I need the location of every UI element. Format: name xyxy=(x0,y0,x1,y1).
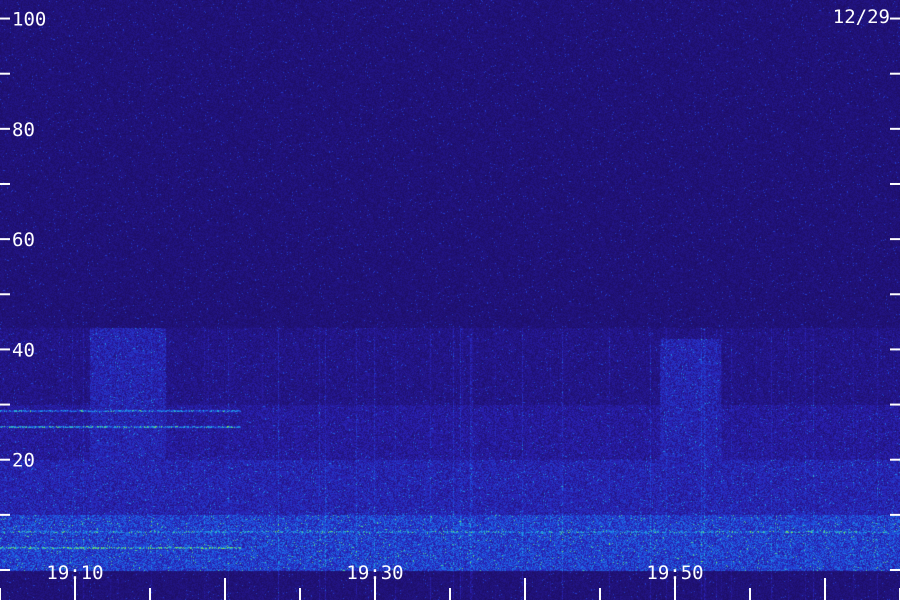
x-tick-label: 19:10 xyxy=(46,562,103,584)
y-tick-label: 80 xyxy=(12,119,35,141)
x-tick-labels: 19:10 19:30 19:50 xyxy=(46,562,703,584)
y-tick-label: 40 xyxy=(12,339,35,361)
y-tick-label: 100 xyxy=(12,9,46,31)
axes-overlay: 20 40 60 80 100 19:10 19:30 19:50 12/29 xyxy=(0,6,900,600)
y-ticks-left xyxy=(0,17,10,571)
x-tick-label: 19:50 xyxy=(646,562,703,584)
y-tick-labels: 20 40 60 80 100 xyxy=(12,9,46,472)
y-ticks-right xyxy=(890,17,900,571)
x-tick-label: 19:30 xyxy=(346,562,403,584)
y-tick-label: 20 xyxy=(12,450,35,472)
y-tick-label: 60 xyxy=(12,229,35,251)
date-label: 12/29 xyxy=(833,6,890,28)
x-ticks xyxy=(0,578,900,600)
